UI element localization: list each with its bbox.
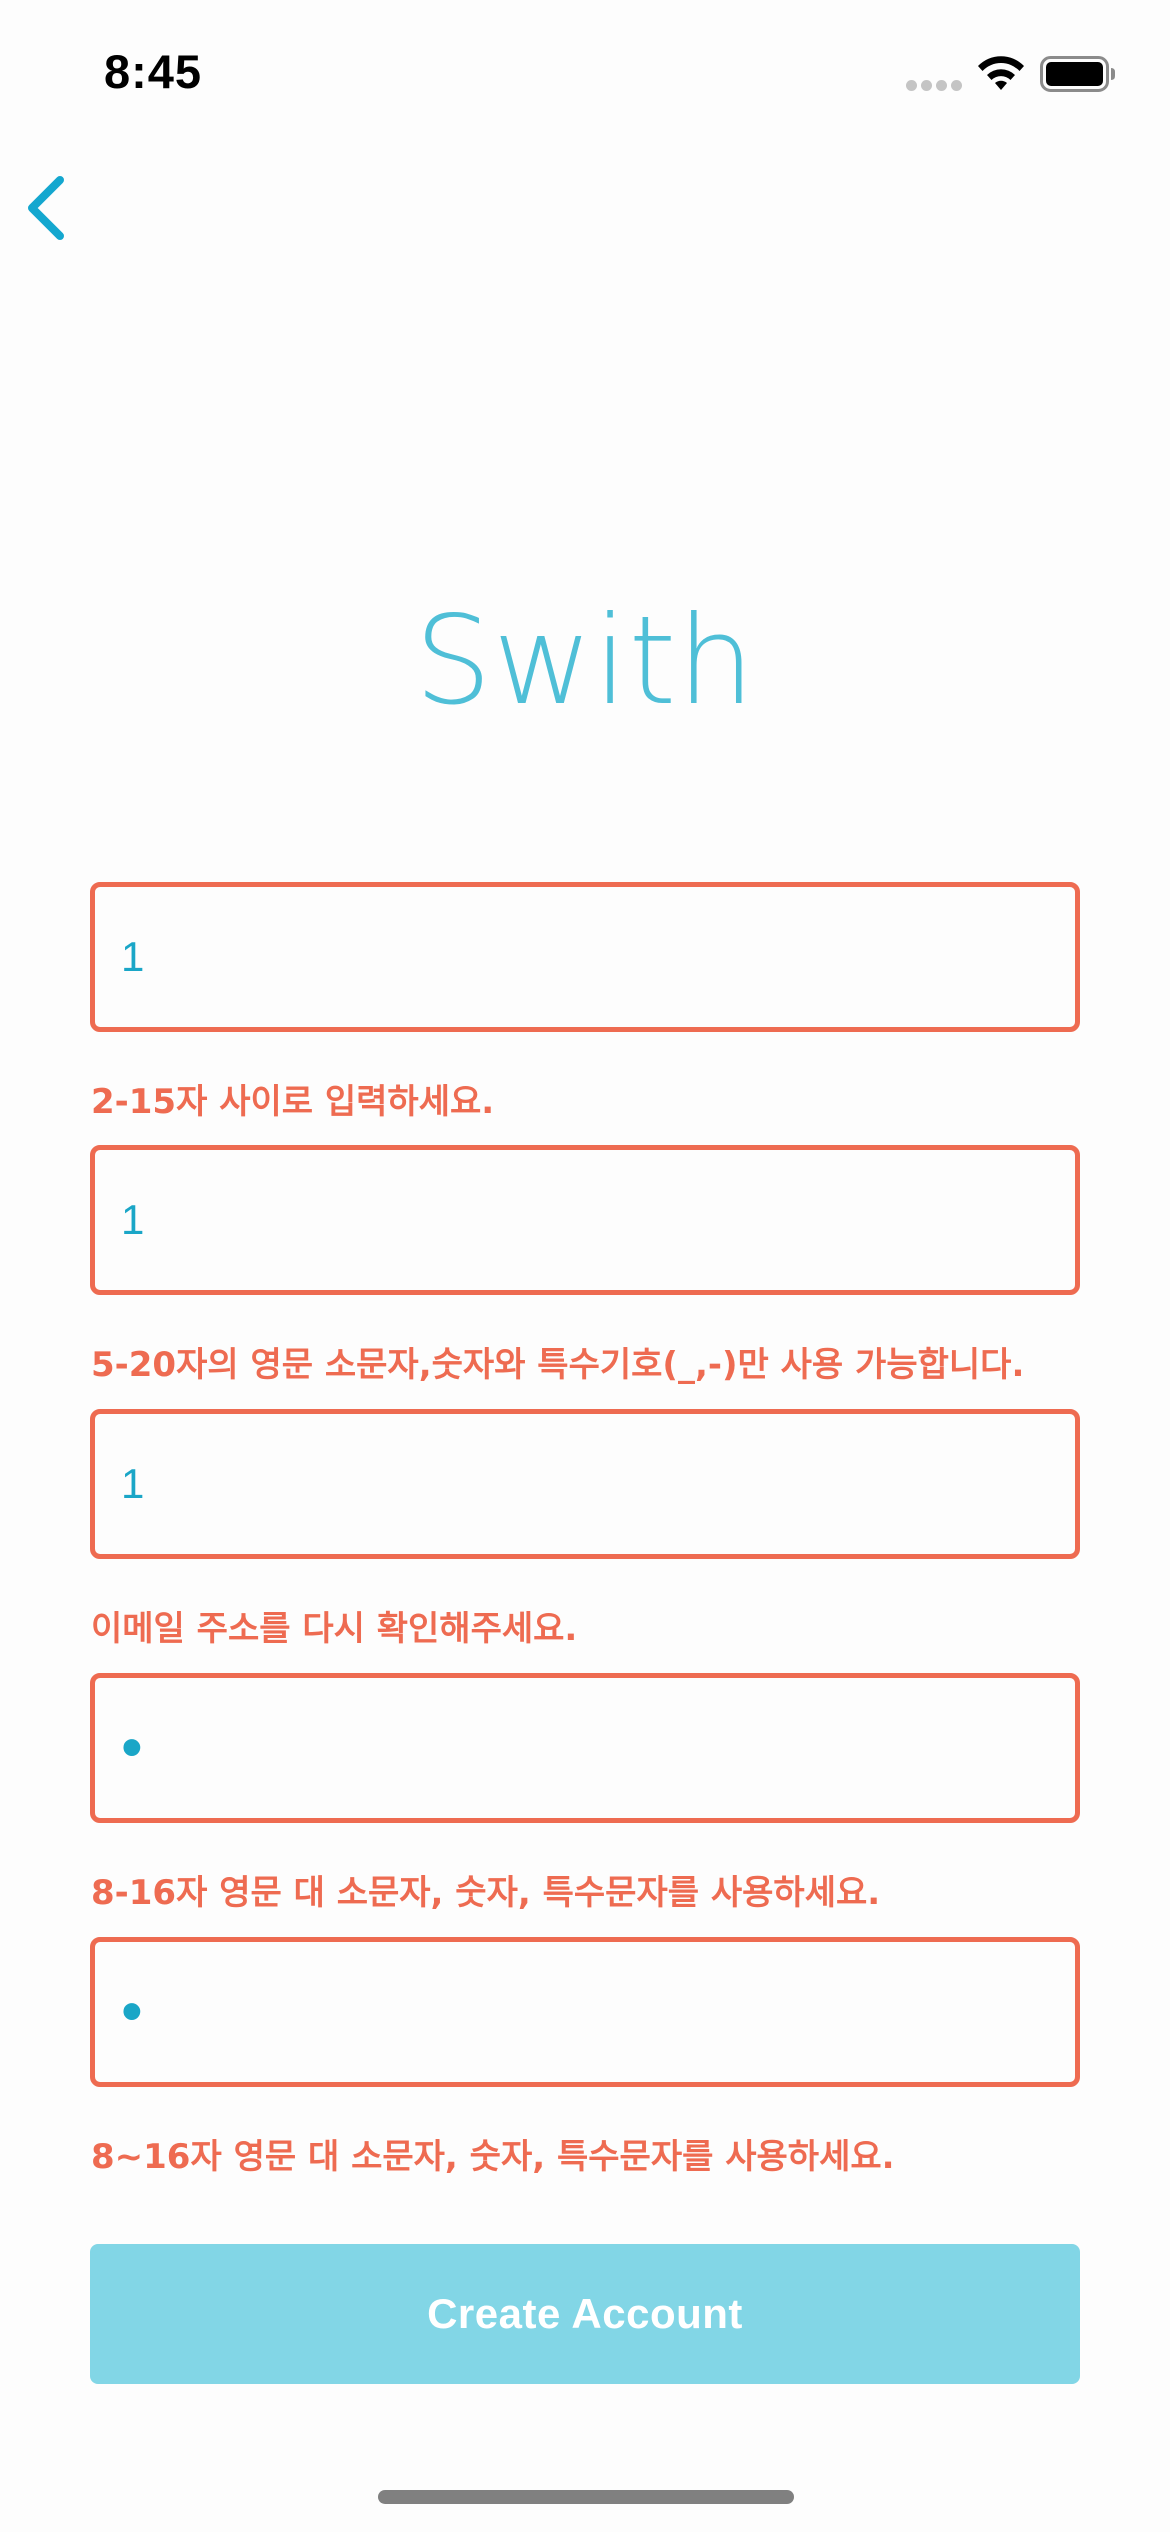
- back-button[interactable]: [14, 168, 78, 248]
- nickname-error: 2-15자 사이로 입력하세요.: [91, 1082, 495, 1122]
- nickname-field-value: 1: [121, 933, 145, 980]
- user-id-field[interactable]: 1: [90, 1145, 1080, 1295]
- user-id-error: 5-20자의 영문 소문자,숫자와 특수기호(_,-)만 사용 가능합니다.: [91, 1345, 1025, 1385]
- confirm-password-error: 8~16자 영문 대 소문자, 숫자, 특수문자를 사용하세요.: [91, 2137, 895, 2177]
- password-field[interactable]: •: [90, 1673, 1080, 1823]
- user-id-field-value: 1: [121, 1196, 145, 1243]
- password-error: 8-16자 영문 대 소문자, 숫자, 특수문자를 사용하세요.: [91, 1873, 881, 1913]
- chevron-left-icon: [28, 176, 64, 240]
- cellular-signal-icon: [906, 80, 962, 92]
- signup-screen: 8:45 Swith 1 2-15자 사이로 입력하세요. 1 5-20자의 영…: [0, 0, 1170, 2532]
- email-error: 이메일 주소를 다시 확인해주세요.: [91, 1609, 578, 1649]
- confirm-password-field-value: •: [121, 1977, 143, 2046]
- nickname-field[interactable]: 1: [90, 882, 1080, 1032]
- battery-icon: [1040, 56, 1115, 92]
- app-logo: Swith: [414, 590, 756, 732]
- email-field[interactable]: 1: [90, 1409, 1080, 1559]
- create-account-button[interactable]: Create Account: [90, 2244, 1080, 2384]
- password-field-value: •: [121, 1713, 143, 1782]
- status-time: 8:45: [104, 45, 203, 98]
- email-field-value: 1: [121, 1460, 145, 1507]
- wifi-icon: [978, 56, 1024, 90]
- home-indicator[interactable]: [378, 2490, 794, 2504]
- confirm-password-field[interactable]: •: [90, 1937, 1080, 2087]
- status-bar: 8:45: [0, 0, 1170, 140]
